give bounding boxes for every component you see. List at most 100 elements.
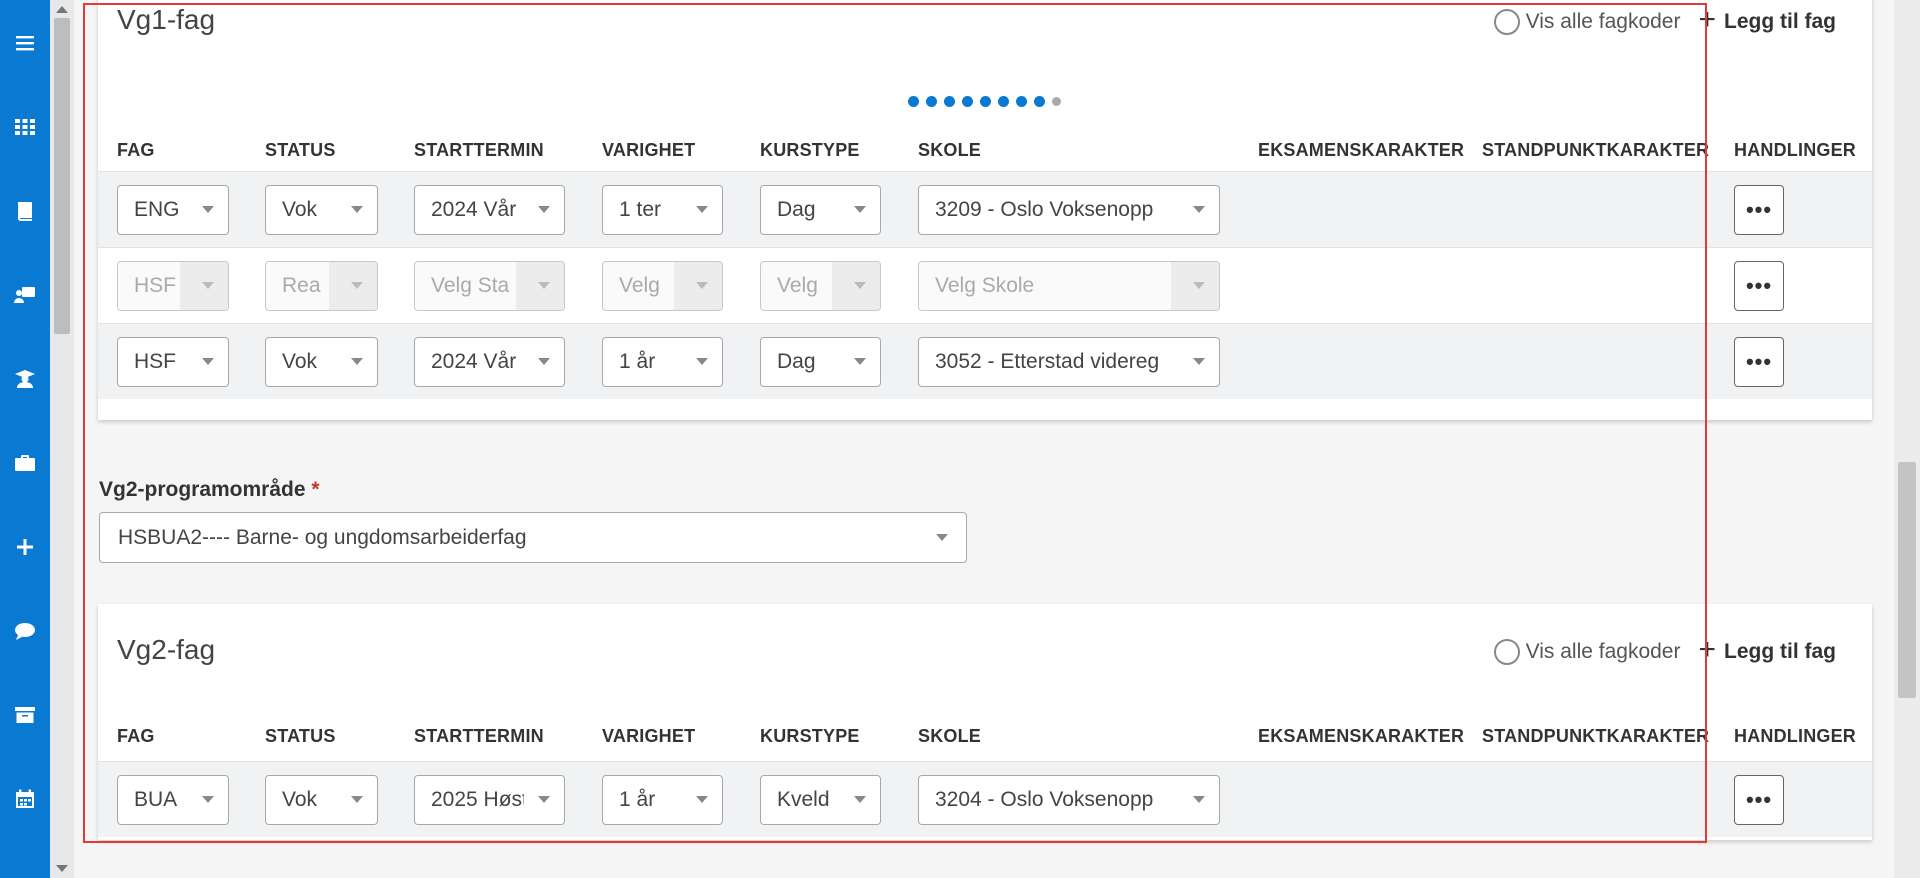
col-eksamenskarakter: EKSAMENSKARAKTER xyxy=(1258,726,1465,746)
vg2-program-select[interactable]: HSBUA2---- Barne- og ungdomsarbeiderfag xyxy=(99,512,967,563)
chevron-down-icon xyxy=(202,358,214,365)
col-handlinger: HANDLINGER xyxy=(1734,140,1856,160)
starttermin-select[interactable]: 2024 Vår xyxy=(414,337,565,387)
col-varighet: VARIGHET xyxy=(602,140,696,160)
varighet-select[interactable]: 1 år xyxy=(602,775,723,825)
vg2-add-subject-button[interactable]: + Legg til fag xyxy=(1698,633,1836,666)
vg2-show-all-codes-checkbox[interactable]: Vis alle fagkoder xyxy=(1493,638,1680,665)
menu-icon[interactable] xyxy=(12,30,38,56)
vg1-table-header: FAG STATUS STARTTERMIN VARIGHET KURSTYPE… xyxy=(98,130,1872,170)
pagination-dot[interactable] xyxy=(1052,97,1061,106)
pagination-dot[interactable] xyxy=(962,96,973,107)
fag-select[interactable]: BUA xyxy=(117,775,229,825)
kurstype-select[interactable]: Velg xyxy=(760,261,881,311)
add-subject-label: Legg til fag xyxy=(1724,639,1836,663)
show-all-codes-label: Vis alle fagkoder xyxy=(1525,9,1681,33)
book-icon[interactable] xyxy=(12,198,38,224)
row-actions-button[interactable]: ••• xyxy=(1734,337,1784,387)
checkbox-circle-icon[interactable] xyxy=(1493,8,1520,35)
fag-select[interactable]: ENG xyxy=(117,185,229,235)
kurstype-select[interactable]: Dag xyxy=(760,337,881,387)
chevron-down-icon xyxy=(1193,358,1205,365)
pagination-dot[interactable] xyxy=(1034,96,1045,107)
row-actions-button[interactable]: ••• xyxy=(1734,261,1784,311)
page-scrollbar-thumb[interactable] xyxy=(1898,462,1916,698)
plus-icon: + xyxy=(1698,633,1716,666)
status-select[interactable]: Vok xyxy=(265,775,378,825)
scroll-down-arrow-icon[interactable] xyxy=(56,865,68,872)
skole-select[interactable]: Velg Skole xyxy=(918,261,1220,311)
varighet-select[interactable]: 1 ter xyxy=(602,185,723,235)
chevron-down-icon xyxy=(351,206,363,213)
varighet-select[interactable]: 1 år xyxy=(602,337,723,387)
vg2-program-label: Vg2-programområde * xyxy=(99,478,320,501)
apps-grid-icon[interactable] xyxy=(12,114,38,140)
chevron-down-icon xyxy=(538,796,550,803)
pagination-dot[interactable] xyxy=(926,96,937,107)
pagination-dot[interactable] xyxy=(980,96,991,107)
required-marker: * xyxy=(311,478,320,501)
teacher-icon[interactable] xyxy=(12,282,38,308)
kurstype-select[interactable]: Dag xyxy=(760,185,881,235)
starttermin-select[interactable]: 2025 Høst xyxy=(414,775,565,825)
archive-icon[interactable] xyxy=(12,702,38,728)
vg2-table-header: FAG STATUS STARTTERMIN VARIGHET KURSTYPE… xyxy=(98,716,1872,756)
chevron-down-icon xyxy=(351,282,363,289)
col-starttermin: STARTTERMIN xyxy=(414,140,544,160)
row-actions-button[interactable]: ••• xyxy=(1734,185,1784,235)
fag-select[interactable]: HSF xyxy=(117,337,229,387)
chevron-down-icon xyxy=(696,358,708,365)
chevron-down-icon xyxy=(351,358,363,365)
vg2-tools: Vis alle fagkoder + Legg til fag xyxy=(1493,633,1836,666)
kurstype-select[interactable]: Kveld xyxy=(760,775,881,825)
col-eksamenskarakter: EKSAMENSKARAKTER xyxy=(1258,140,1465,160)
scrollbar-thumb[interactable] xyxy=(54,18,70,334)
skole-select[interactable]: 3209 - Oslo Voksenopp xyxy=(918,185,1220,235)
chat-icon[interactable] xyxy=(12,618,38,644)
checkbox-circle-icon[interactable] xyxy=(1493,638,1520,665)
skole-select[interactable]: 3052 - Etterstad videreg xyxy=(918,337,1220,387)
vg1-add-subject-button[interactable]: + Legg til fag xyxy=(1698,3,1836,36)
left-scrollbar[interactable] xyxy=(50,0,74,878)
col-fag: FAG xyxy=(117,140,155,160)
status-select[interactable]: Vok xyxy=(265,185,378,235)
starttermin-select[interactable]: 2024 Vår xyxy=(414,185,565,235)
briefcase-icon[interactable] xyxy=(12,450,38,476)
pagination-dot[interactable] xyxy=(1016,96,1027,107)
col-starttermin: STARTTERMIN xyxy=(414,726,544,746)
chevron-down-icon xyxy=(1193,206,1205,213)
col-status: STATUS xyxy=(265,140,336,160)
status-select[interactable]: Vok xyxy=(265,337,378,387)
vg1-title: Vg1-fag xyxy=(117,4,216,35)
fag-select[interactable]: HSF xyxy=(117,261,229,311)
chevron-down-icon xyxy=(538,282,550,289)
varighet-select[interactable]: Velg xyxy=(602,261,723,311)
pagination-dot[interactable] xyxy=(998,96,1009,107)
vg1-show-all-codes-checkbox[interactable]: Vis alle fagkoder xyxy=(1493,8,1681,35)
status-select[interactable]: Rea xyxy=(265,261,378,311)
row-actions-button[interactable]: ••• xyxy=(1734,775,1784,825)
carousel-pagination xyxy=(908,96,1061,107)
plus-icon[interactable] xyxy=(12,534,38,560)
col-fag: FAG xyxy=(117,726,155,746)
scroll-up-arrow-icon[interactable] xyxy=(56,6,68,13)
pagination-dot[interactable] xyxy=(944,96,955,107)
page-scrollbar[interactable] xyxy=(1894,0,1920,878)
chevron-down-icon xyxy=(538,358,550,365)
chevron-down-icon xyxy=(538,206,550,213)
skole-select[interactable]: 3204 - Oslo Voksenopp xyxy=(918,775,1220,825)
table-row: HSF Rea Velg Sta Velg Velg Velg Skole ••… xyxy=(98,247,1872,323)
chevron-down-icon xyxy=(696,796,708,803)
chevron-down-icon xyxy=(696,206,708,213)
student-icon[interactable] xyxy=(12,366,38,392)
table-row: BUA Vok 2025 Høst 1 år Kveld 3204 - Oslo… xyxy=(98,761,1872,837)
plus-icon: + xyxy=(1698,3,1716,36)
calendar-icon[interactable] xyxy=(12,786,38,812)
chevron-down-icon xyxy=(936,534,948,541)
starttermin-select[interactable]: Velg Sta xyxy=(414,261,565,311)
col-kurstype: KURSTYPE xyxy=(760,140,860,160)
chevron-down-icon xyxy=(202,282,214,289)
vg2-title: Vg2-fag xyxy=(117,634,216,665)
pagination-dot[interactable] xyxy=(908,96,919,107)
col-status: STATUS xyxy=(265,726,336,746)
